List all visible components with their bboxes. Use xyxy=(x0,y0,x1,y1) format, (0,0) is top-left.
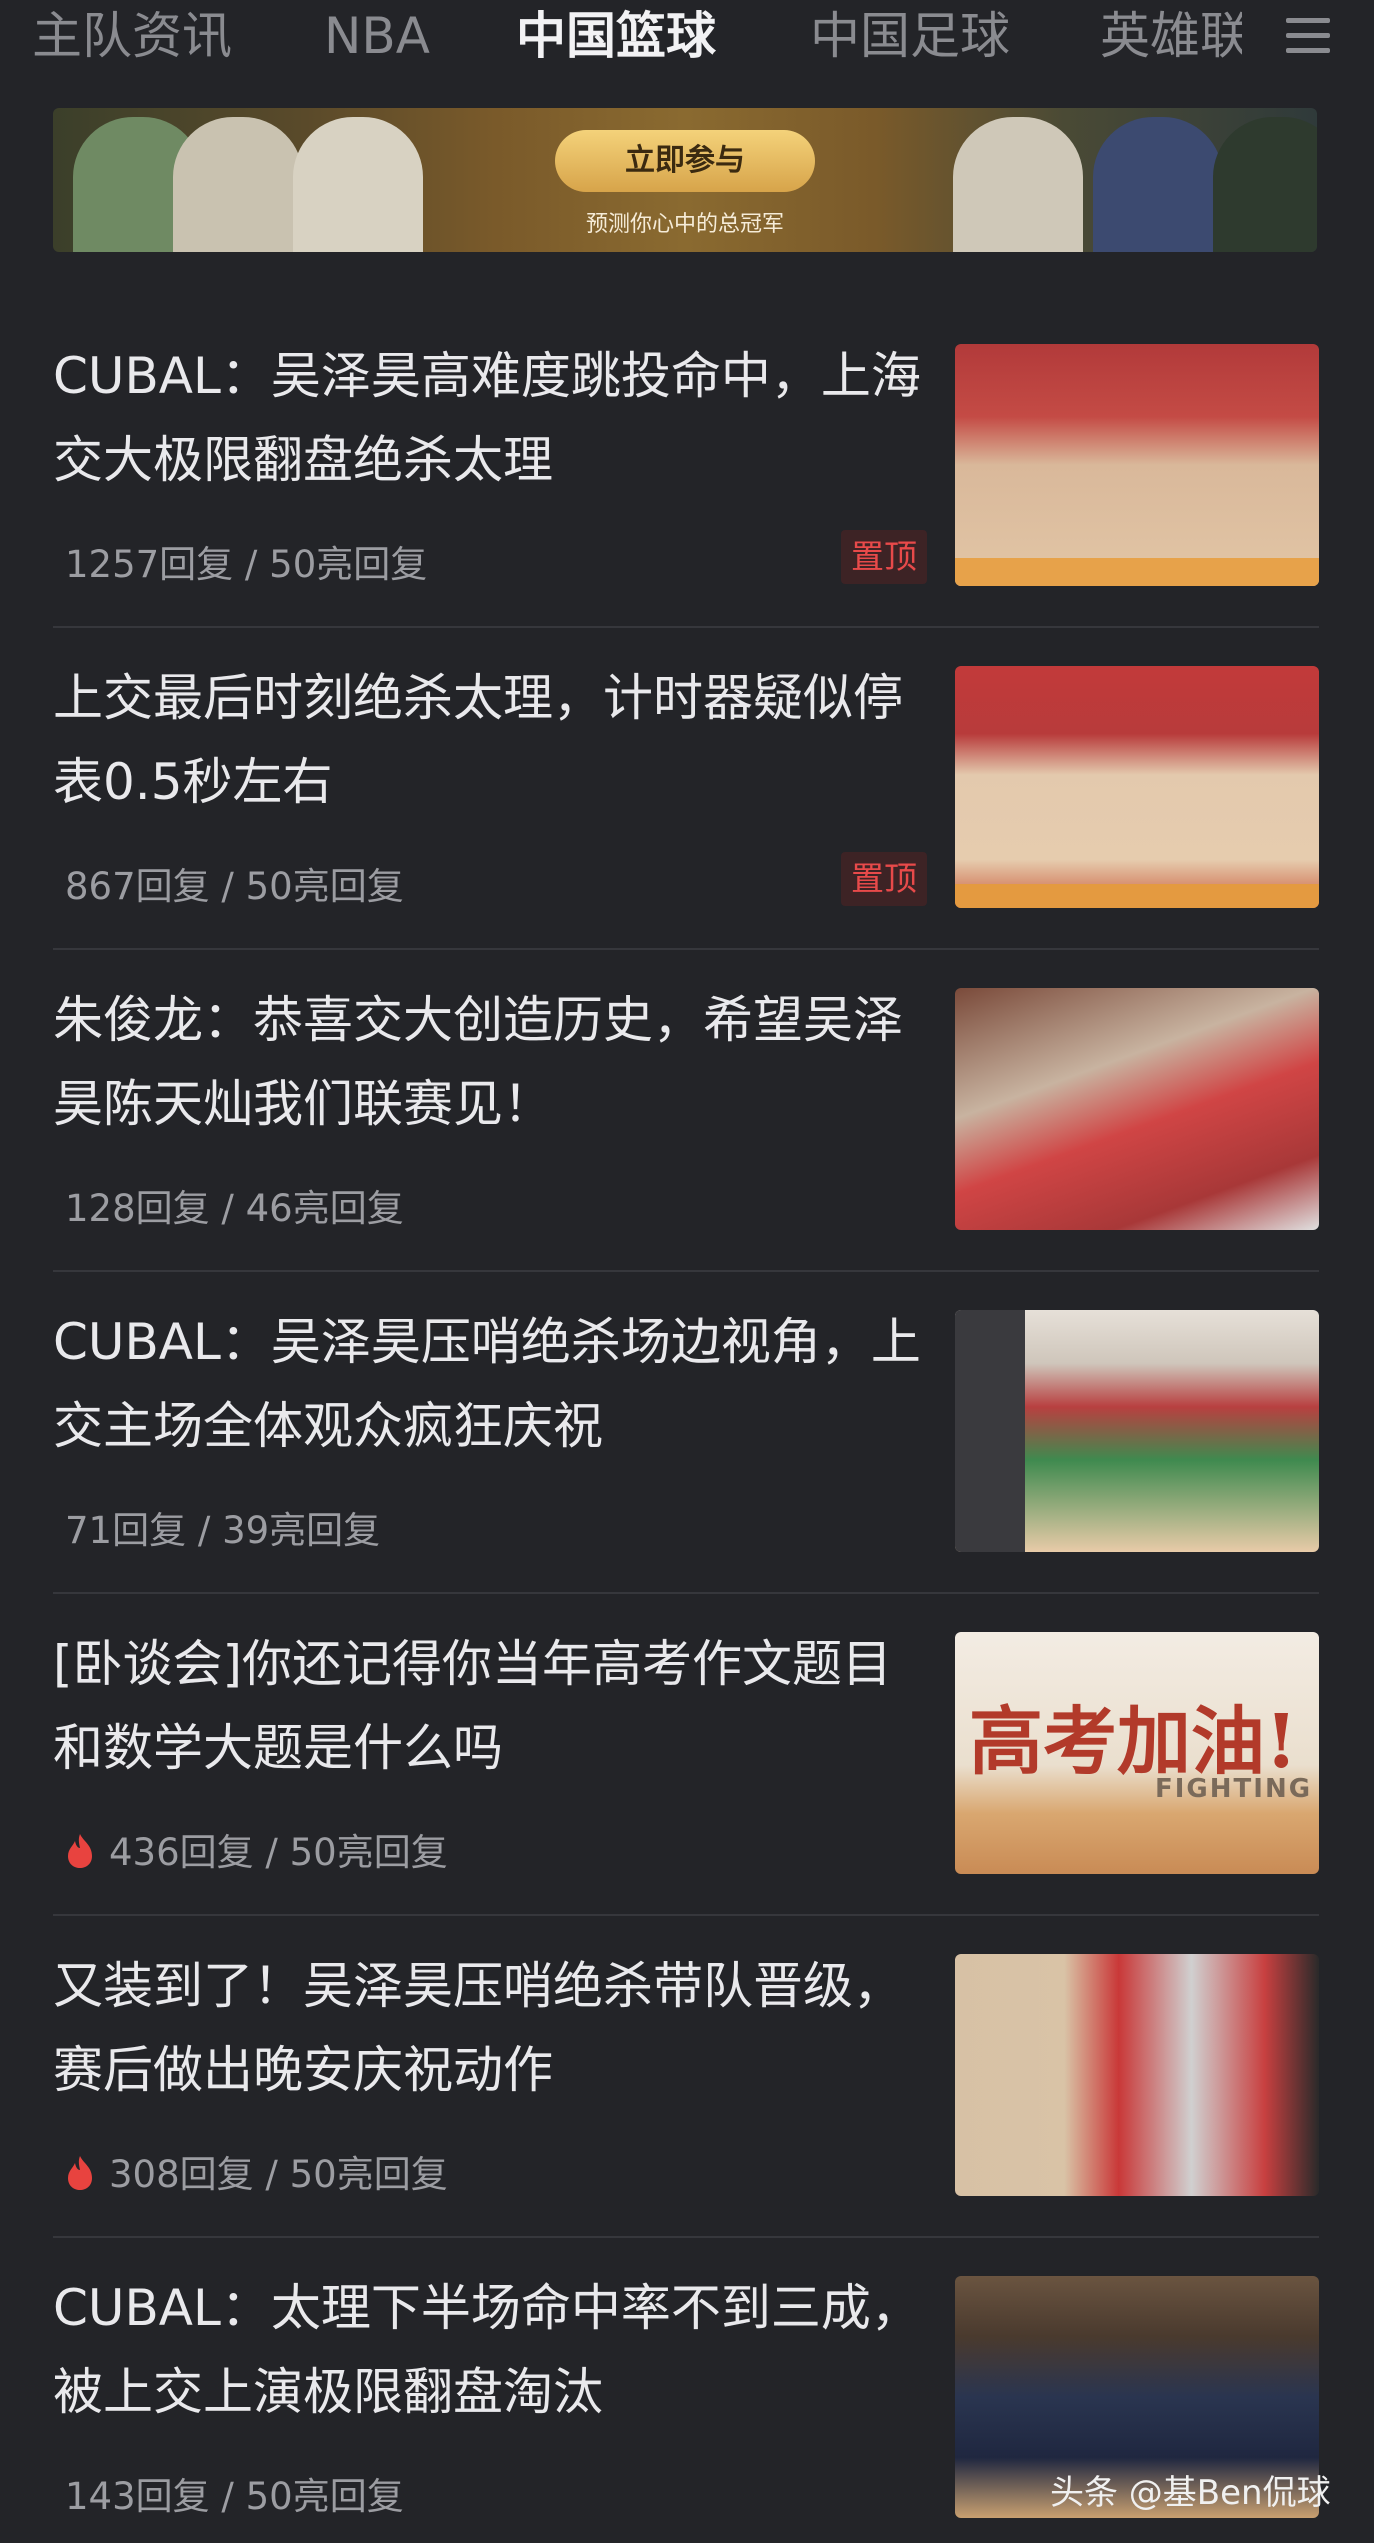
article-item[interactable]: [卧谈会]你还记得你当年高考作文题目和数学大题是什么吗 436回复 / 50亮回… xyxy=(53,1632,1319,1884)
tab-team-news[interactable]: 主队资讯 xyxy=(32,0,232,72)
article-thumbnail[interactable] xyxy=(955,344,1319,586)
article-stats: 143回复 / 50亮回复 xyxy=(65,2475,404,2518)
tab-china-basketball[interactable]: 中国篮球 xyxy=(516,0,716,72)
article-title[interactable]: 朱俊龙：恭喜交大创造历史，希望吴泽昊陈天灿我们联赛见！ xyxy=(53,978,933,1146)
article-thumbnail[interactable] xyxy=(955,988,1319,1230)
fire-icon xyxy=(68,2156,92,2190)
banner-player-image xyxy=(1093,117,1223,252)
channel-tabs: 主队资讯 NBA 中国篮球 中国足球 英雄联 xyxy=(0,0,1374,80)
article-title[interactable]: CUBAL：太理下半场命中率不到三成，被上交上演极限翻盘淘汰 xyxy=(53,2266,933,2434)
divider xyxy=(53,1592,1319,1594)
thumbnail-subcaption: FIGHTING xyxy=(1155,1774,1313,1804)
article-title[interactable]: CUBAL：吴泽昊压哨绝杀场边视角，上交主场全体观众疯狂庆祝 xyxy=(53,1300,933,1468)
article-item[interactable]: 上交最后时刻绝杀太理，计时器疑似停表0.5秒左右 867回复 / 50亮回复 置… xyxy=(53,666,1319,918)
article-stats-text: 436回复 / 50亮回复 xyxy=(109,1831,448,1874)
article-thumbnail[interactable] xyxy=(955,666,1319,908)
article-item[interactable]: CUBAL：吴泽昊压哨绝杀场边视角，上交主场全体观众疯狂庆祝 71回复 / 39… xyxy=(53,1310,1319,1562)
article-item[interactable]: CUBAL：吴泽昊高难度跳投命中，上海交大极限翻盘绝杀太理 1257回复 / 5… xyxy=(53,344,1319,596)
article-stats: 867回复 / 50亮回复 xyxy=(65,865,404,908)
tab-china-football[interactable]: 中国足球 xyxy=(810,0,1010,72)
article-title[interactable]: 上交最后时刻绝杀太理，计时器疑似停表0.5秒左右 xyxy=(53,656,933,824)
tab-nba[interactable]: NBA xyxy=(324,0,430,72)
article-stats: 1257回复 / 50亮回复 xyxy=(65,543,428,586)
article-stats: 71回复 / 39亮回复 xyxy=(65,1509,381,1552)
article-thumbnail[interactable] xyxy=(955,1310,1319,1552)
divider xyxy=(53,626,1319,628)
divider xyxy=(53,1270,1319,1272)
article-item[interactable]: 朱俊龙：恭喜交大创造历史，希望吴泽昊陈天灿我们联赛见！ 128回复 / 46亮回… xyxy=(53,988,1319,1240)
banner-player-image xyxy=(173,117,303,252)
article-title[interactable]: 又装到了！吴泽昊压哨绝杀带队晋级，赛后做出晚安庆祝动作 xyxy=(53,1944,933,2112)
article-item[interactable]: 又装到了！吴泽昊压哨绝杀带队晋级，赛后做出晚安庆祝动作 308回复 / 50亮回… xyxy=(53,1954,1319,2206)
thumbnail-caption: 高考加油! xyxy=(969,1699,1298,1785)
tab-lol[interactable]: 英雄联 xyxy=(1100,0,1242,72)
article-thumbnail[interactable]: 高考加油! FIGHTING xyxy=(955,1632,1319,1874)
article-title[interactable]: [卧谈会]你还记得你当年高考作文题目和数学大题是什么吗 xyxy=(53,1622,933,1790)
banner-player-image xyxy=(1213,117,1317,252)
divider xyxy=(53,2236,1319,2238)
article-stats: 436回复 / 50亮回复 xyxy=(65,1822,448,1876)
pinned-badge: 置顶 xyxy=(841,530,927,584)
article-stats: 128回复 / 46亮回复 xyxy=(65,1187,404,1230)
promo-banner[interactable]: 立即参与 预测你心中的总冠军 xyxy=(53,108,1317,252)
menu-icon[interactable] xyxy=(1286,18,1330,54)
banner-subtitle: 预测你心中的总冠军 xyxy=(585,212,784,237)
divider xyxy=(53,948,1319,950)
fire-icon xyxy=(68,1834,92,1868)
banner-player-image xyxy=(293,117,423,252)
divider xyxy=(53,1914,1319,1916)
watermark: 头条 @基Ben侃球 xyxy=(1050,2473,1331,2513)
article-stats-text: 308回复 / 50亮回复 xyxy=(109,2153,448,2196)
article-thumbnail[interactable] xyxy=(955,1954,1319,2196)
banner-player-image xyxy=(953,117,1083,252)
participate-button[interactable]: 立即参与 xyxy=(555,130,815,192)
pinned-badge: 置顶 xyxy=(841,852,927,906)
article-title[interactable]: CUBAL：吴泽昊高难度跳投命中，上海交大极限翻盘绝杀太理 xyxy=(53,334,933,502)
article-stats: 308回复 / 50亮回复 xyxy=(65,2144,448,2198)
